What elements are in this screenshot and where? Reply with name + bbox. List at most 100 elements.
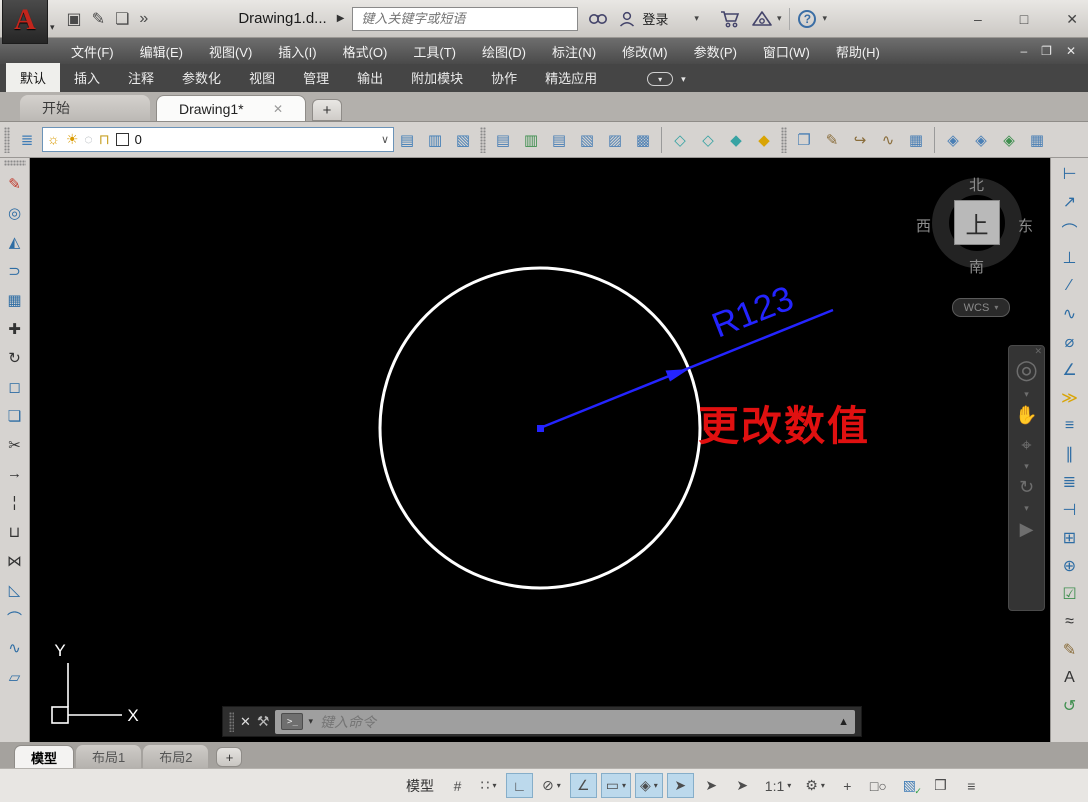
block-attribute-icon[interactable]: ◈ — [968, 127, 994, 153]
offset-icon[interactable]: ⊃ — [3, 256, 27, 285]
array-icon[interactable]: ▦ — [3, 285, 27, 314]
chevron-down-icon[interactable]: ▾ — [694, 13, 699, 24]
layer-color-swatch[interactable] — [115, 133, 129, 146]
layer-walk-icon[interactable]: ▨ — [602, 127, 628, 153]
dim-radius-icon[interactable]: ∕ — [1058, 272, 1082, 300]
viewcube-east[interactable]: 东 — [1018, 215, 1033, 236]
tab-addins[interactable]: 附加模块 — [397, 63, 477, 92]
layer-on-icon[interactable]: ☼ — [47, 131, 60, 148]
menu-item[interactable]: 文件(F) — [58, 38, 127, 64]
off-layer-icon[interactable]: ◇ — [695, 127, 721, 153]
user-icon[interactable] — [618, 10, 636, 28]
pan-icon[interactable]: ✋ — [1015, 400, 1037, 430]
grid-display-button[interactable]: # — [444, 773, 471, 798]
viewcube[interactable]: 北 南 西 东 上 — [916, 166, 1036, 278]
showmotion-icon[interactable]: ▶ — [1020, 514, 1034, 544]
menu-item[interactable]: 绘图(D) — [469, 38, 539, 64]
snap-mode-button[interactable]: ∷ — [475, 773, 502, 798]
dim-text-edit-icon[interactable]: A — [1058, 664, 1082, 692]
tab-parametric[interactable]: 参数化 — [168, 63, 235, 92]
make-object-layer-current-icon[interactable]: ▤ — [394, 127, 420, 153]
dim-ordinate-icon[interactable]: ⊥ — [1058, 244, 1082, 272]
copy-icon[interactable]: ◎ — [3, 198, 27, 227]
dim-continue-icon[interactable]: ∥ — [1058, 440, 1082, 468]
dim-inspect-icon[interactable]: ☑ — [1058, 580, 1082, 608]
chamfer-icon[interactable]: ◺ — [3, 575, 27, 604]
layer-isolate-icon[interactable]: ▤ — [490, 127, 516, 153]
osnap-tracking-button[interactable]: ∠ — [569, 773, 597, 798]
selection-cycling-button[interactable]: ➤ — [666, 773, 694, 798]
center-mark-icon[interactable]: ⊕ — [1058, 552, 1082, 580]
tab-layout2[interactable]: 布局2 — [143, 745, 209, 768]
save-as-icon[interactable]: ✎ — [92, 9, 105, 29]
break-at-point-icon[interactable]: ¦ — [3, 488, 27, 517]
dim-jog-line-icon[interactable]: ≈ — [1058, 608, 1082, 636]
isolate-objects-button[interactable]: □○ — [865, 773, 892, 798]
quick-dimension-icon[interactable]: ≫ — [1058, 384, 1082, 412]
edit-polyline-icon[interactable]: ↪ — [847, 127, 873, 153]
menu-item[interactable]: 视图(V) — [196, 38, 265, 64]
drawing-canvas[interactable]: R123 Y X 更改数值 北 南 西 东 上 WCS ▾ ✕ ◎ ▾ ✋ ⌖ … — [30, 158, 1050, 742]
new-layout-button[interactable]: + — [216, 747, 243, 767]
tab-model[interactable]: 模型 — [14, 745, 75, 768]
tab-default[interactable]: 默认 — [6, 63, 61, 92]
application-menu-button[interactable]: A — [2, 0, 48, 44]
layer-previous-icon[interactable]: ▧ — [450, 127, 476, 153]
crosshair-button[interactable]: + — [834, 773, 861, 798]
menu-item[interactable]: 格式(O) — [330, 38, 401, 64]
tab-featured-apps[interactable]: 精选应用 — [531, 63, 611, 92]
help-search-box[interactable] — [352, 6, 579, 31]
chevron-down-icon[interactable]: ▾ — [681, 74, 686, 85]
sync-attribute-icon[interactable]: ◈ — [996, 127, 1022, 153]
autodesk-360-icon[interactable] — [751, 10, 773, 28]
minimize-button[interactable]: – — [974, 11, 982, 27]
spline-icon[interactable]: ∿ — [3, 633, 27, 662]
chevron-down-icon[interactable]: ▾ — [308, 716, 313, 727]
chevron-down-icon[interactable]: ∨ — [381, 133, 389, 146]
dim-diameter-icon[interactable]: ⌀ — [1058, 328, 1082, 356]
command-history-expand-icon[interactable]: ▲ — [838, 716, 849, 728]
stretch-icon[interactable]: ❏ — [3, 401, 27, 430]
chevron-down-icon[interactable]: ▾ — [50, 22, 55, 33]
lock-layer-icon[interactable]: ◆ — [723, 127, 749, 153]
dim-update-icon[interactable]: ↺ — [1058, 692, 1082, 720]
menu-item[interactable]: 标注(N) — [539, 38, 609, 64]
rotate-icon[interactable]: ↻ — [3, 343, 27, 372]
layer-unlock-icon[interactable]: ⊓ — [99, 131, 110, 148]
dim-arc-length-icon[interactable]: ⌒ — [1058, 216, 1082, 244]
chevron-down-icon[interactable]: ▾ — [822, 13, 827, 24]
dim-baseline-icon[interactable]: ≡ — [1058, 412, 1082, 440]
command-line[interactable]: ✕ ⚒ >_ ▾ ▲ — [222, 706, 862, 737]
mdi-restore-button[interactable]: ❐ — [1041, 44, 1052, 58]
layer-properties-icon[interactable]: ≣ — [14, 127, 40, 153]
tolerance-icon[interactable]: ⊞ — [1058, 524, 1082, 552]
customization-button[interactable]: ≡ — [958, 773, 985, 798]
dim-edit-icon[interactable]: ✎ — [1058, 636, 1082, 664]
fillet-icon[interactable]: ⌒ — [3, 604, 27, 633]
clean-screen-button[interactable]: ❒ — [927, 773, 954, 798]
freeze-layer-icon[interactable]: ◇ — [667, 127, 693, 153]
dynamic-input-button[interactable]: ▭ — [600, 773, 631, 798]
command-prompt-icon[interactable]: >_ — [281, 713, 304, 730]
tab-collaborate[interactable]: 协作 — [477, 63, 531, 92]
dim-angular-icon[interactable]: ∠ — [1058, 356, 1082, 384]
edit-attribute-icon[interactable]: ◈ — [940, 127, 966, 153]
more-tools-icon[interactable]: » — [139, 10, 148, 28]
extend-icon[interactable]: → — [3, 459, 27, 488]
qsave-icon[interactable]: ▣ — [67, 9, 82, 29]
viewcube-north[interactable]: 北 — [969, 174, 984, 195]
tab-manage[interactable]: 管理 — [289, 63, 343, 92]
close-icon[interactable]: ✕ — [1034, 346, 1042, 357]
layer-freeze-vp-icon[interactable]: ◌ — [84, 131, 92, 148]
trim-icon[interactable]: ✂ — [3, 430, 27, 459]
mdi-minimize-button[interactable]: – — [1020, 44, 1027, 58]
join-icon[interactable]: ⋈ — [3, 546, 27, 575]
center-grip[interactable] — [537, 425, 544, 432]
file-tab-drawing1[interactable]: Drawing1* ✕ — [156, 95, 306, 121]
menu-item[interactable]: 帮助(H) — [823, 38, 893, 64]
object-snap-button[interactable]: ◈ — [635, 773, 663, 798]
region-icon[interactable]: ▱ — [3, 662, 27, 691]
chevron-down-icon[interactable]: ▾ — [777, 13, 782, 24]
erase-icon[interactable]: ✎ — [3, 169, 27, 198]
ribbon-collapse-button[interactable]: ▾ — [647, 72, 674, 86]
